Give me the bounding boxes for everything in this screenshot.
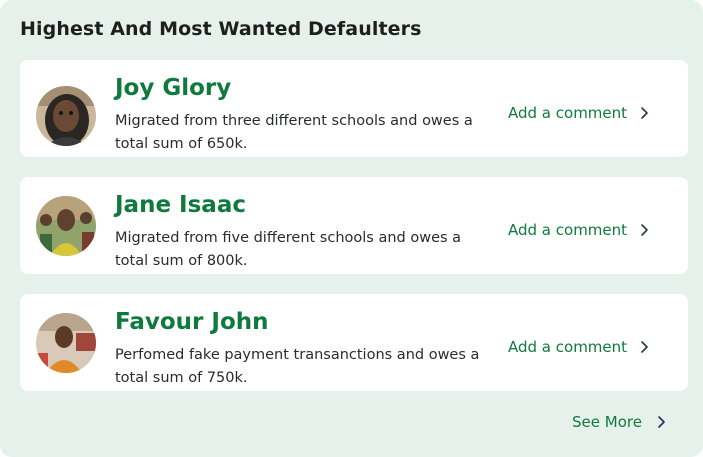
- defaulter-name: Favour John: [115, 309, 269, 335]
- add-comment-link[interactable]: Add a comment: [508, 221, 649, 239]
- defaulter-card: Joy Glory Migrated from three different …: [20, 60, 688, 157]
- defaulters-panel: Highest And Most Wanted Defaulters Joy G…: [0, 0, 703, 457]
- add-comment-label: Add a comment: [508, 104, 628, 122]
- chevron-right-icon: [656, 415, 666, 429]
- see-more-label: See More: [572, 413, 642, 431]
- avatar: [36, 86, 96, 146]
- add-comment-link[interactable]: Add a comment: [508, 104, 649, 122]
- add-comment-link[interactable]: Add a comment: [508, 338, 649, 356]
- add-comment-label: Add a comment: [508, 338, 628, 356]
- defaulter-card: Favour John Perfomed fake payment transa…: [20, 294, 688, 391]
- defaulter-description: Migrated from three different schools an…: [115, 113, 473, 152]
- chevron-right-icon: [639, 106, 649, 120]
- section-title: Highest And Most Wanted Defaulters: [20, 18, 422, 40]
- defaulter-name: Jane Isaac: [115, 192, 246, 218]
- add-comment-label: Add a comment: [508, 221, 628, 239]
- defaulter-name: Joy Glory: [115, 75, 232, 101]
- defaulter-card: Jane Isaac Migrated from five different …: [20, 177, 688, 274]
- avatar: [36, 196, 96, 256]
- chevron-right-icon: [639, 340, 649, 354]
- defaulter-description: Migrated from five different schools and…: [115, 230, 462, 269]
- defaulter-description: Perfomed fake payment transanctions and …: [115, 347, 480, 386]
- see-more-link[interactable]: See More: [572, 413, 666, 431]
- chevron-right-icon: [639, 223, 649, 237]
- avatar: [36, 313, 96, 373]
